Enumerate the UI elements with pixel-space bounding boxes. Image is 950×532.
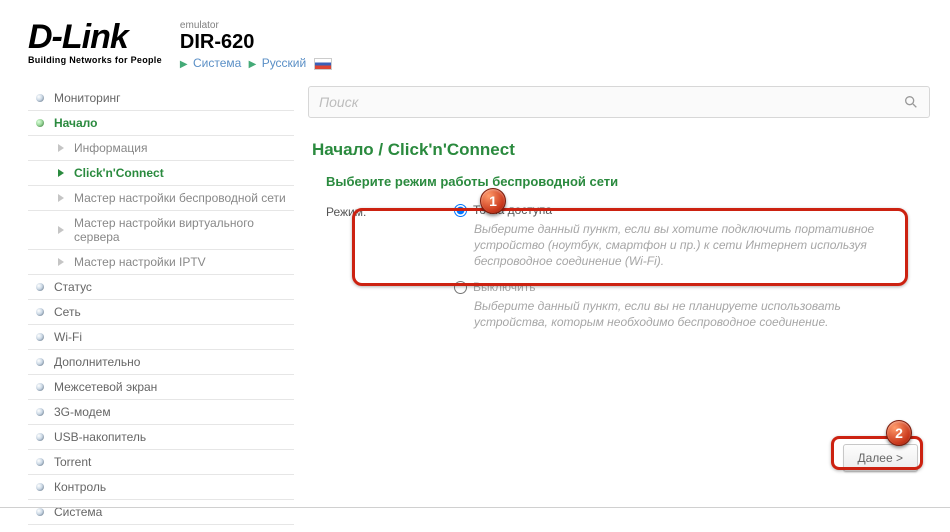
bullet-icon bbox=[36, 408, 44, 416]
footer-divider bbox=[0, 507, 950, 508]
triangle-right-icon bbox=[58, 144, 64, 152]
search-icon bbox=[903, 94, 919, 110]
logo: D-Link Building Networks for People bbox=[28, 18, 162, 65]
flag-ru-icon bbox=[314, 58, 332, 70]
model-name: DIR-620 bbox=[180, 31, 332, 54]
bullet-icon bbox=[36, 483, 44, 491]
breadcrumb-system[interactable]: Система bbox=[193, 56, 241, 70]
bullet-icon bbox=[36, 333, 44, 341]
mode-label: Режим: bbox=[326, 203, 454, 340]
sidebar-item[interactable]: Начало bbox=[28, 111, 294, 136]
next-button[interactable]: Далее > bbox=[843, 444, 919, 472]
radio-access-point[interactable] bbox=[454, 204, 467, 217]
bullet-icon bbox=[36, 433, 44, 441]
section-title: Выберите режим работы беспроводной сети bbox=[326, 174, 912, 189]
sidebar-item-label: Начало bbox=[54, 116, 97, 130]
triangle-right-icon bbox=[58, 258, 64, 266]
option-disable[interactable]: Выключить Выберите данный пункт, если вы… bbox=[454, 280, 912, 330]
emulator-label: emulator bbox=[180, 20, 332, 31]
sidebar-item[interactable]: Мониторинг bbox=[28, 86, 294, 111]
sidebar-subitem[interactable]: Click'n'Connect bbox=[28, 161, 294, 186]
triangle-right-icon bbox=[58, 226, 64, 234]
sidebar-item-label: 3G-модем bbox=[54, 405, 111, 419]
option-label: Выключить bbox=[473, 280, 535, 294]
sidebar-item[interactable]: Дополнительно bbox=[28, 350, 294, 375]
sidebar-item[interactable]: Статус bbox=[28, 275, 294, 300]
sidebar-item[interactable]: Torrent bbox=[28, 450, 294, 475]
sidebar-item[interactable]: USB-накопитель bbox=[28, 425, 294, 450]
sidebar-subitem[interactable]: Мастер настройки виртуального сервера bbox=[28, 211, 294, 250]
sidebar-item[interactable]: 3G-модем bbox=[28, 400, 294, 425]
sidebar-item-label: USB-накопитель bbox=[54, 430, 146, 444]
sidebar-item-label: Мониторинг bbox=[54, 91, 121, 105]
sidebar-item[interactable]: Контроль bbox=[28, 475, 294, 500]
option-access-point[interactable]: Точка доступа Выберите данный пункт, есл… bbox=[454, 203, 912, 270]
sidebar-item-label: Дополнительно bbox=[54, 355, 140, 369]
sidebar-subitem[interactable]: Мастер настройки IPTV bbox=[28, 250, 294, 275]
sidebar-subitem[interactable]: Мастер настройки беспроводной сети bbox=[28, 186, 294, 211]
bullet-icon bbox=[36, 508, 44, 516]
sidebar-item-label: Мастер настройки беспроводной сети bbox=[74, 191, 286, 205]
search-input[interactable] bbox=[319, 94, 903, 110]
header: D-Link Building Networks for People emul… bbox=[28, 18, 930, 70]
bullet-icon bbox=[36, 308, 44, 316]
sidebar-item-label: Межсетевой экран bbox=[54, 380, 157, 394]
page-title: Начало / Click'n'Connect bbox=[312, 140, 926, 160]
radio-disable[interactable] bbox=[454, 281, 467, 294]
bullet-icon bbox=[36, 119, 44, 127]
top-breadcrumb: ▶ Система ▶ Русский bbox=[180, 56, 332, 70]
option-description: Выберите данный пункт, если вы не планир… bbox=[474, 298, 912, 330]
bullet-icon bbox=[36, 283, 44, 291]
sidebar-subitem[interactable]: Информация bbox=[28, 136, 294, 161]
option-description: Выберите данный пункт, если вы хотите по… bbox=[474, 221, 912, 270]
bullet-icon bbox=[36, 358, 44, 366]
annotation-badge-1: 1 bbox=[480, 188, 506, 214]
sidebar-item-label: Мастер настройки виртуального сервера bbox=[74, 216, 286, 244]
sidebar-item[interactable]: Wi-Fi bbox=[28, 325, 294, 350]
sidebar-item-label: Статус bbox=[54, 280, 92, 294]
logo-text: D-Link bbox=[28, 18, 162, 57]
breadcrumb-language[interactable]: Русский bbox=[262, 56, 307, 70]
sidebar-item-label: Мастер настройки IPTV bbox=[74, 255, 206, 269]
sidebar-item-label: Wi-Fi bbox=[54, 330, 82, 344]
sidebar-item[interactable]: Система bbox=[28, 500, 294, 525]
sidebar: Мониторинг Начало Информация Click'n'Connec… bbox=[28, 86, 294, 525]
bullet-icon bbox=[36, 458, 44, 466]
sidebar-item-label: Torrent bbox=[54, 455, 91, 469]
chevron-right-icon: ▶ bbox=[249, 59, 257, 70]
triangle-right-icon bbox=[58, 194, 64, 202]
sidebar-item-label: Информация bbox=[74, 141, 147, 155]
sidebar-item[interactable]: Сеть bbox=[28, 300, 294, 325]
annotation-badge-2: 2 bbox=[886, 420, 912, 446]
content-area: Начало / Click'n'Connect Выберите режим … bbox=[308, 86, 930, 525]
sidebar-item-label: Сеть bbox=[54, 305, 81, 319]
bullet-icon bbox=[36, 94, 44, 102]
bullet-icon bbox=[36, 383, 44, 391]
search-bar[interactable] bbox=[308, 86, 930, 118]
triangle-right-icon bbox=[58, 169, 64, 177]
logo-tagline: Building Networks for People bbox=[28, 55, 162, 65]
sidebar-item[interactable]: Межсетевой экран bbox=[28, 375, 294, 400]
chevron-right-icon: ▶ bbox=[180, 59, 188, 70]
sidebar-item-label: Click'n'Connect bbox=[74, 166, 164, 180]
sidebar-item-label: Контроль bbox=[54, 480, 106, 494]
